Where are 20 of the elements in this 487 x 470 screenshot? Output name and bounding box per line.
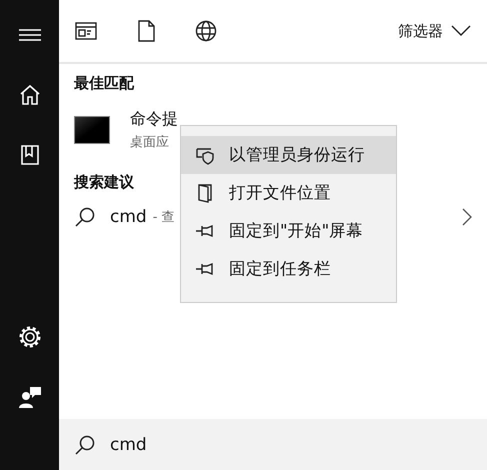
chevron-right-icon[interactable]: [462, 208, 472, 226]
settings-icon[interactable]: [16, 324, 42, 350]
result-subtitle: 桌面应: [130, 134, 170, 151]
search-field[interactable]: cmd: [110, 434, 147, 454]
menu-item[interactable]: 打开文件位置: [181, 174, 396, 212]
filter-button[interactable]: 筛选器: [398, 22, 471, 40]
window-icon[interactable]: [75, 20, 97, 42]
suggestion-query[interactable]: cmd: [110, 207, 147, 227]
suggestion-hint: - 查: [152, 209, 175, 226]
search-icon: [74, 434, 96, 456]
globe-icon[interactable]: [195, 20, 217, 42]
chevron-down-icon: [451, 25, 471, 37]
menu-item[interactable]: 固定到"开始"屏幕: [181, 212, 396, 250]
menu-item[interactable]: 以管理员身份运行: [181, 136, 396, 174]
result-title[interactable]: 命令提: [130, 109, 178, 130]
section-heading: 最佳匹配: [74, 74, 135, 93]
terminal-app-icon[interactable]: [74, 116, 110, 144]
menu-item[interactable]: 固定到任务栏: [181, 250, 396, 288]
person-icon[interactable]: [16, 384, 42, 410]
search-icon: [74, 206, 96, 228]
